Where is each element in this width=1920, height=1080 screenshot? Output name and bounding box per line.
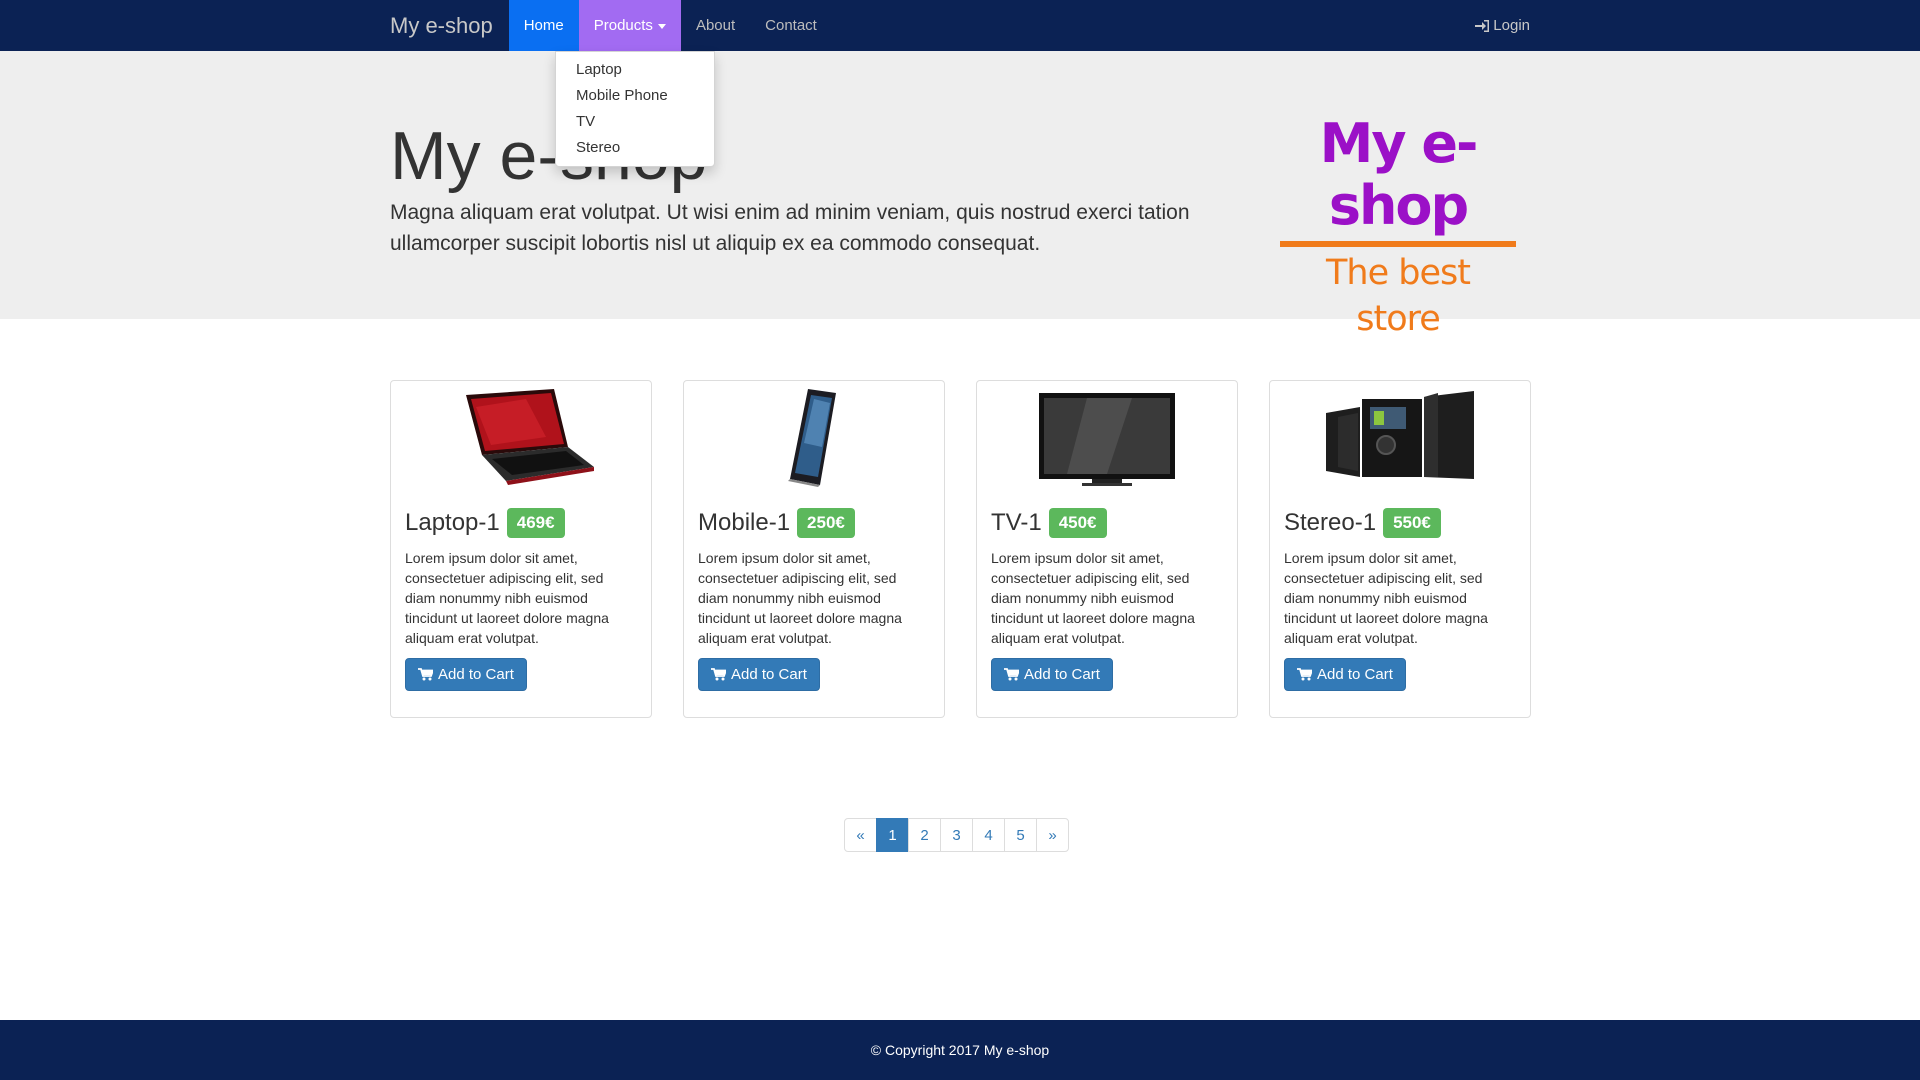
- pagination-page-4[interactable]: 4: [972, 818, 1005, 852]
- add-to-cart-label: Add to Cart: [1317, 666, 1393, 683]
- shop-logo: My e-shop The best store: [1280, 113, 1516, 342]
- pagination-page-3[interactable]: 3: [940, 818, 973, 852]
- product-description: Lorem ipsum dolor sit amet, consectetuer…: [698, 550, 902, 646]
- pagination-next[interactable]: »: [1036, 818, 1069, 852]
- product-title-row: Mobile-1 250€: [698, 508, 930, 538]
- product-card: TV-1 450€ Lorem ipsum dolor sit amet, co…: [976, 380, 1238, 718]
- login-icon: [1475, 19, 1490, 32]
- product-name: Mobile-1: [698, 509, 791, 536]
- add-to-cart-button[interactable]: Add to Cart: [405, 658, 527, 691]
- dropdown-item-tv[interactable]: TV: [556, 109, 714, 135]
- nav-home[interactable]: Home: [508, 0, 579, 51]
- navbar: My e-shop Home Products About Contact Lo…: [0, 0, 1920, 51]
- pagination-page-2[interactable]: 2: [908, 818, 941, 852]
- jumbotron: My e-shop Magna aliquam erat volutpat. U…: [0, 51, 1920, 339]
- nav-contact[interactable]: Contact: [750, 0, 832, 51]
- product-description: Lorem ipsum dolor sit amet, consectetuer…: [405, 550, 609, 646]
- nav-about[interactable]: About: [681, 0, 750, 51]
- product-image-mobile: [698, 381, 930, 493]
- cart-icon: [1297, 668, 1312, 681]
- mobile-phone-image: [788, 389, 836, 487]
- caret-down-icon: [657, 23, 666, 29]
- add-to-cart-label: Add to Cart: [731, 666, 807, 683]
- products-dropdown-menu: Laptop Mobile Phone TV Stereo: [555, 51, 715, 167]
- product-card: Laptop-1 469€ Lorem ipsum dolor sit amet…: [390, 380, 652, 718]
- price-badge: 469€: [506, 508, 565, 538]
- nav-products-label: Products: [593, 17, 653, 34]
- copyright-text: © Copyright 2017 My e-shop: [870, 1042, 1050, 1058]
- login-label: Login: [1493, 17, 1530, 34]
- product-title-row: Stereo-1 550€: [1284, 508, 1516, 538]
- logo-title: My e-shop: [1319, 112, 1479, 237]
- cart-icon: [1004, 668, 1019, 681]
- product-description: Lorem ipsum dolor sit amet, consectetuer…: [1284, 550, 1488, 646]
- dropdown-item-stereo[interactable]: Stereo: [556, 135, 714, 161]
- product-card: Stereo-1 550€ Lorem ipsum dolor sit amet…: [1269, 380, 1531, 718]
- intro-text: Magna aliquam erat volutpat. Ut wisi eni…: [390, 201, 1190, 255]
- price-badge: 550€: [1383, 508, 1441, 538]
- stereo-image: [1326, 391, 1474, 479]
- add-to-cart-button[interactable]: Add to Cart: [1284, 658, 1406, 691]
- pagination-page-1[interactable]: 1: [876, 818, 909, 852]
- tv-image: [1039, 393, 1175, 486]
- dropdown-item-mobile-phone[interactable]: Mobile Phone: [556, 83, 714, 109]
- add-to-cart-button[interactable]: Add to Cart: [698, 658, 820, 691]
- add-to-cart-button[interactable]: Add to Cart: [991, 658, 1113, 691]
- product-title-row: Laptop-1 469€: [405, 508, 637, 538]
- footer: © Copyright 2017 My e-shop: [0, 1020, 1920, 1080]
- product-image-laptop: [405, 381, 637, 493]
- product-image-tv: [991, 381, 1223, 493]
- product-name: Stereo-1: [1284, 509, 1377, 536]
- logo-divider: [1280, 241, 1516, 247]
- brand-link[interactable]: My e-shop: [390, 0, 509, 51]
- product-title-row: TV-1 450€: [991, 508, 1223, 538]
- price-badge: 250€: [797, 508, 855, 538]
- add-to-cart-label: Add to Cart: [1024, 666, 1100, 683]
- pagination-page-5[interactable]: 5: [1004, 818, 1037, 852]
- cart-icon: [418, 668, 433, 681]
- product-grid: Laptop-1 469€ Lorem ipsum dolor sit amet…: [390, 380, 1531, 718]
- pagination-prev[interactable]: «: [844, 818, 877, 852]
- price-badge: 450€: [1048, 508, 1107, 538]
- laptop-image: [466, 389, 594, 485]
- logo-tagline: The best store: [1326, 253, 1471, 339]
- nav-links: My e-shop Home Products About Contact: [390, 0, 832, 51]
- add-to-cart-label: Add to Cart: [438, 666, 514, 683]
- cart-icon: [711, 668, 726, 681]
- dropdown-item-laptop[interactable]: Laptop: [556, 57, 714, 83]
- product-image-stereo: [1284, 381, 1516, 493]
- product-name: Laptop-1: [405, 509, 500, 536]
- product-name: TV-1: [991, 509, 1042, 536]
- product-card: Mobile-1 250€ Lorem ipsum dolor sit amet…: [683, 380, 945, 718]
- nav-products[interactable]: Products: [578, 0, 681, 51]
- login-link[interactable]: Login: [1475, 0, 1530, 51]
- pagination: « 1 2 3 4 5 »: [844, 818, 1069, 852]
- product-description: Lorem ipsum dolor sit amet, consectetuer…: [991, 550, 1195, 646]
